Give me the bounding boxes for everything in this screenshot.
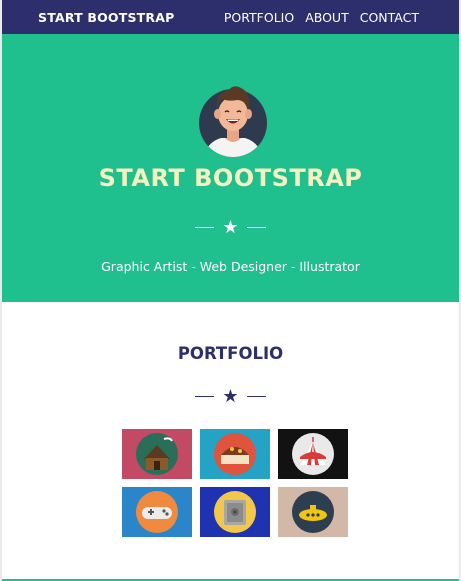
portfolio-item-game-controller[interactable]: [122, 487, 192, 537]
star-icon: ★: [222, 216, 239, 238]
safe-icon: [214, 491, 256, 533]
portfolio-item-cake[interactable]: [200, 429, 270, 479]
navbar-brand[interactable]: START BOOTSTRAP: [38, 10, 174, 25]
divider-line-left: [195, 396, 215, 397]
star-icon: ★: [222, 385, 239, 407]
portfolio-divider: ★: [2, 386, 459, 406]
nav-links: PORTFOLIO ABOUT CONTACT: [224, 10, 419, 25]
hero-divider: ★: [2, 217, 459, 237]
hero-title: START BOOTSTRAP: [98, 164, 363, 192]
portfolio-grid: [122, 429, 352, 537]
portfolio-heading: PORTFOLIO: [177, 344, 284, 363]
divider-line-right: [246, 396, 266, 397]
cake-icon: [214, 433, 256, 475]
nav-link-about[interactable]: ABOUT: [305, 10, 349, 25]
divider-line-right: [246, 227, 266, 228]
navbar: START BOOTSTRAP PORTFOLIO ABOUT CONTACT: [2, 0, 459, 34]
hero-section: START BOOTSTRAP ★ Graphic Artist - Web D…: [2, 34, 459, 302]
hero-tagline: Graphic Artist - Web Designer - Illustra…: [101, 259, 360, 274]
portfolio-item-circus-tent[interactable]: [278, 429, 348, 479]
portfolio-item-safe[interactable]: [200, 487, 270, 537]
portfolio-item-cabin[interactable]: [122, 429, 192, 479]
nav-link-portfolio[interactable]: PORTFOLIO: [224, 10, 294, 25]
game-controller-icon: [136, 491, 178, 533]
submarine-icon: [292, 491, 334, 533]
nav-link-contact[interactable]: CONTACT: [360, 10, 419, 25]
cabin-icon: [136, 433, 178, 475]
avatar: [199, 86, 267, 157]
divider-line-left: [195, 227, 215, 228]
circus-tent-icon: [292, 433, 334, 475]
portfolio-item-submarine[interactable]: [278, 487, 348, 537]
